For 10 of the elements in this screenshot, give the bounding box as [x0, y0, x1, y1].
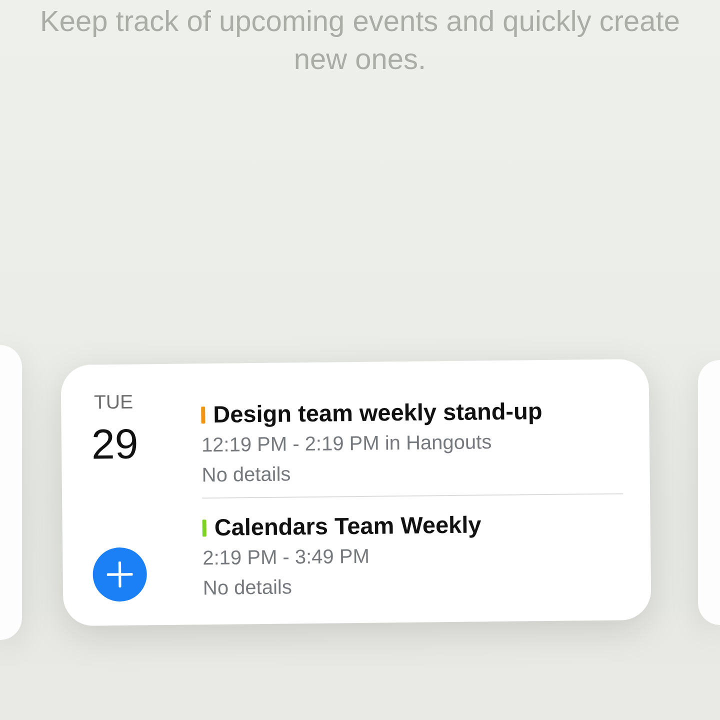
- event-title: Calendars Team Weekly: [214, 510, 482, 542]
- event-details: No details: [202, 576, 292, 601]
- event-time: 2:19 PM - 3:49 PM: [202, 544, 370, 571]
- event-time: 12:19 PM - 2:19 PM in Hangouts: [201, 430, 492, 458]
- weekday-label: TUE: [94, 391, 134, 414]
- plus-icon: [106, 561, 133, 588]
- event-details: No details: [202, 462, 291, 488]
- description-text: Keep track of upcoming events and quickly create new ones.: [39, 5, 681, 78]
- day-number: 29: [91, 421, 138, 468]
- event-title: Design team weekly stand-up: [213, 397, 542, 428]
